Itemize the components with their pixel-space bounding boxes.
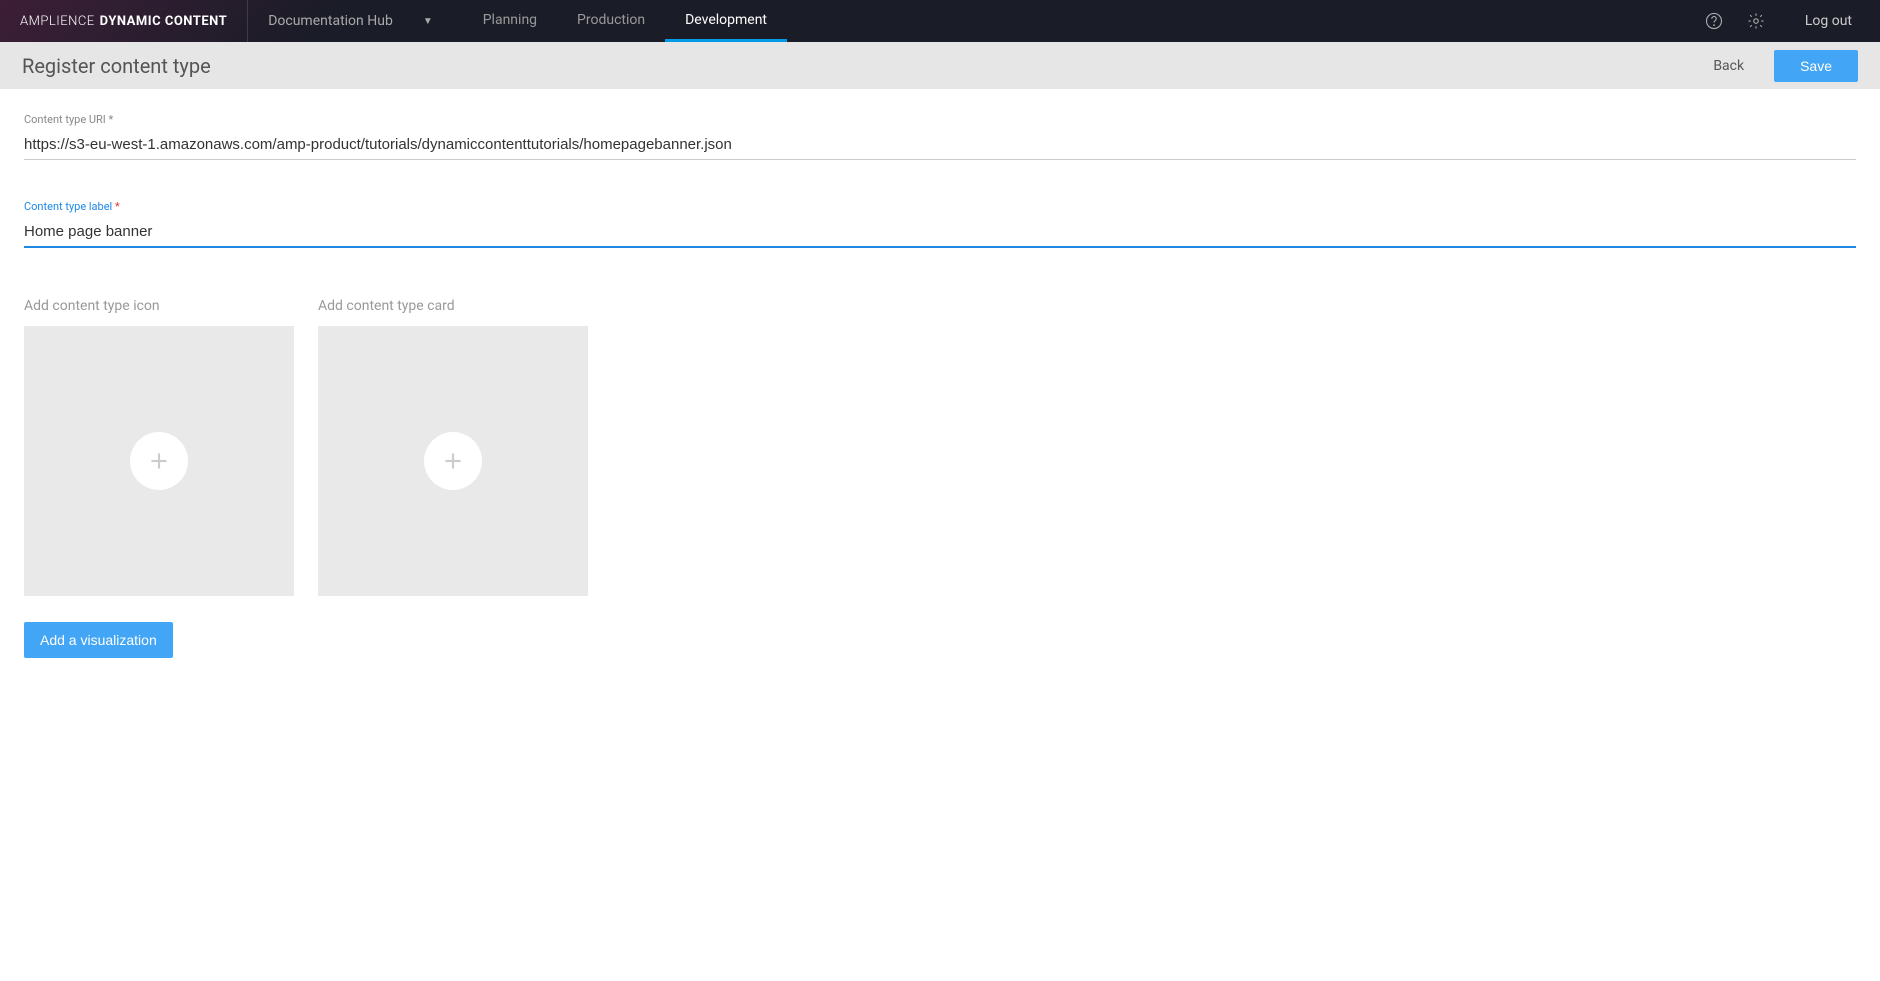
icon-upload-label: Add content type icon <box>24 298 294 314</box>
content-type-uri-input[interactable] <box>24 130 1856 160</box>
uri-label: Content type URI * <box>24 113 1856 126</box>
gear-icon[interactable] <box>1735 0 1777 42</box>
logout-link[interactable]: Log out <box>1777 13 1880 29</box>
brand-name-bold: DYNAMIC CONTENT <box>100 14 228 29</box>
label-field-label: Content type label * <box>24 200 1856 213</box>
content-type-uri-field: Content type URI * <box>24 113 1856 160</box>
card-upload-block: Add content type card <box>318 298 588 596</box>
help-icon[interactable] <box>1693 0 1735 42</box>
plus-icon <box>424 432 482 490</box>
tab-production[interactable]: Production <box>557 0 665 42</box>
nav-tab-label: Development <box>685 12 767 28</box>
brand-name-thin: AMPLIENCE <box>20 14 95 29</box>
back-button[interactable]: Back <box>1713 58 1744 74</box>
plus-icon <box>130 432 188 490</box>
tab-planning[interactable]: Planning <box>463 0 557 42</box>
add-icon-box[interactable] <box>24 326 294 596</box>
top-right-actions: Log out <box>1693 0 1880 42</box>
top-nav-bar: AMPLIENCE DYNAMIC CONTENT Documentation … <box>0 0 1880 42</box>
upload-row: Add content type icon Add content type c… <box>24 298 1856 596</box>
add-card-box[interactable] <box>318 326 588 596</box>
sub-header-actions: Back Save <box>1713 50 1858 82</box>
nav-tabs: Planning Production Development <box>463 0 787 42</box>
tab-development[interactable]: Development <box>665 0 787 42</box>
nav-tab-label: Production <box>577 12 645 28</box>
chevron-down-icon: ▼ <box>423 16 433 27</box>
form-area: Content type URI * Content type label * … <box>0 89 1880 682</box>
add-visualization-button[interactable]: Add a visualization <box>24 622 173 658</box>
save-button[interactable]: Save <box>1774 50 1858 82</box>
icon-upload-block: Add content type icon <box>24 298 294 596</box>
content-type-label-field: Content type label * <box>24 200 1856 248</box>
sub-header: Register content type Back Save <box>0 42 1880 89</box>
content-type-label-input[interactable] <box>24 217 1856 248</box>
page-title: Register content type <box>22 54 211 78</box>
hub-dropdown-label: Documentation Hub <box>268 13 393 29</box>
brand-logo: AMPLIENCE DYNAMIC CONTENT <box>0 0 248 42</box>
nav-tab-label: Planning <box>483 12 537 28</box>
card-upload-label: Add content type card <box>318 298 588 314</box>
hub-dropdown[interactable]: Documentation Hub ▼ <box>248 0 453 42</box>
